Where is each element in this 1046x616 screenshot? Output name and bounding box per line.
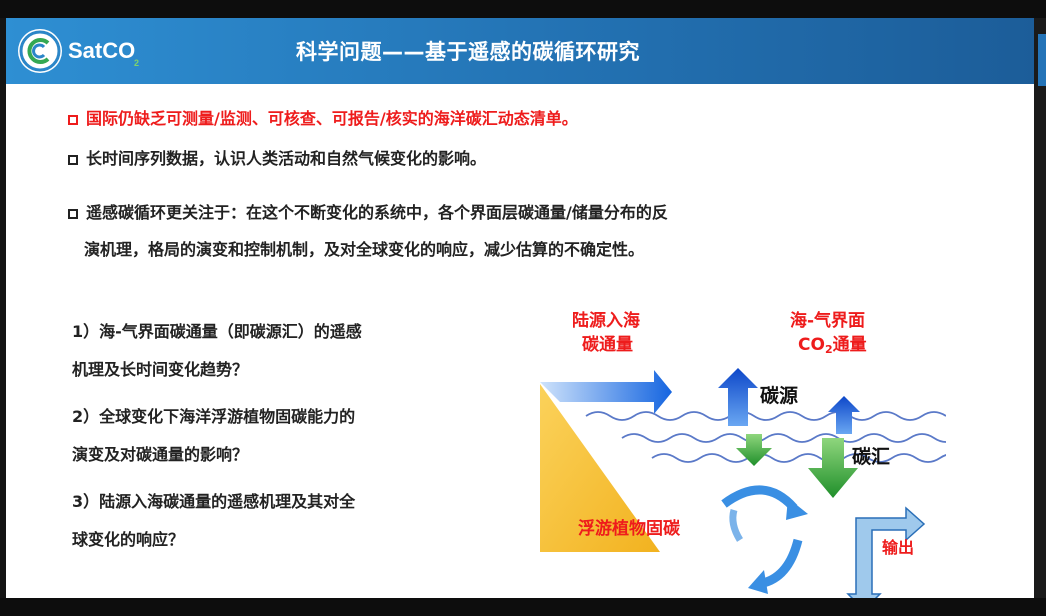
question-3-line-2: 球变化的响应？ [72,530,185,549]
satco-logo-icon [18,29,62,73]
right-accent-bar [1038,34,1046,86]
carbon-source-label: 碳源 [760,385,799,407]
slide-title: 科学问题——基于遥感的碳循环研究 [296,40,640,64]
slide-header: SatCO 2 科学问题——基于遥感的碳循环研究 [6,18,1034,84]
cycle-arrow-left-icon [729,509,744,542]
question-1-line-1: 1）海-气界面碳通量（即碳源汇）的遥感 [72,322,362,341]
slide: SatCO 2 科学问题——基于遥感的碳循环研究 国际仍缺乏可测量/监测、可核查… [6,18,1034,598]
air-sea-flux-label-1: 海-气界面 [790,311,866,331]
checkbox-square-icon [68,155,78,165]
window-top-bar [0,0,1046,18]
question-2-line-2: 演变及对碳通量的影响？ [72,445,249,464]
export-label: 输出 [882,538,915,557]
checkbox-square-icon [68,209,78,219]
land-flux-label-2: 碳通量 [582,335,633,355]
carbon-sink-up-arrow-icon [828,396,860,434]
window-bottom-bar [0,598,1046,616]
bullet-1: 国际仍缺乏可测量/监测、可核查、可报告/核实的海洋碳汇动态清单。 [68,105,578,129]
carbon-cycle-diagram: 陆源入海 碳通量 海-气界面 CO2通量 碳源 碳汇 浮游植物固碳 输出 [526,308,946,598]
bullet-2: 长时间序列数据，认识人类活动和自然气候变化的影响。 [68,145,486,169]
window-right-edge [1034,18,1046,598]
question-2-line-1: 2）全球变化下海洋浮游植物固碳能力的 [72,407,356,426]
land-flux-label-1: 陆源入海 [572,311,640,331]
phytoplankton-label: 浮游植物固碳 [578,519,680,539]
question-3-line-1: 3）陆源入海碳通量的遥感机理及其对全 [72,492,356,511]
wave-2 [621,433,946,443]
cycle-arrow-top-icon [721,485,798,512]
logo-subscript: 2 [134,58,140,68]
bullet-3-continuation: 演机理，格局的演变和控制机制，及对全球变化的响应，减少估算的不确定性。 [84,240,645,259]
air-sea-flux-label-2: CO2通量 [798,335,867,356]
question-1-line-2: 机理及长时间变化趋势？ [72,360,249,379]
land-flux-arrow-icon [540,370,672,414]
carbon-sink-label: 碳汇 [852,446,891,468]
wave-1 [585,411,946,421]
carbon-sink-down-arrow-icon [808,438,858,498]
logo-text: SatCO [68,38,136,63]
wave-3 [651,453,946,463]
carbon-source-up-arrow-icon [718,368,758,426]
bullet-3: 遥感碳循环更关注于：在这个不断变化的系统中，各个界面层碳通量/储量分布的反 [68,199,668,223]
checkbox-square-icon [68,115,78,125]
